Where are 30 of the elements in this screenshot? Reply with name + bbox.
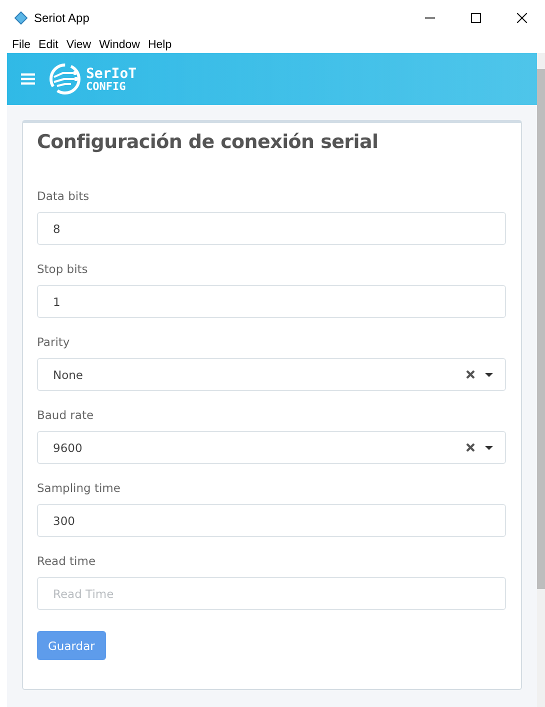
maximize-icon[interactable] [471, 13, 481, 23]
menu-item[interactable]: Edit [38, 38, 58, 50]
input-field[interactable]: 300 [37, 504, 506, 537]
menu-item[interactable]: Window [99, 38, 140, 50]
card-title: Configuración de conexión serial [37, 131, 380, 153]
menu-item[interactable]: View [66, 38, 92, 50]
menu-item[interactable]: Help [148, 38, 172, 50]
field-label: Data bits [37, 189, 90, 203]
app-icon [14, 11, 28, 25]
logo-icon [49, 63, 83, 95]
clear-icon[interactable] [466, 370, 475, 379]
field-label: Read time [37, 554, 97, 568]
select-field[interactable]: 9600 [37, 431, 506, 464]
input-field[interactable]: Read Time [37, 577, 506, 610]
field-label: Baud rate [37, 408, 95, 422]
field-label: Sampling time [37, 481, 122, 495]
logo-subtitle: CONFIG [86, 80, 127, 92]
clear-icon[interactable] [466, 443, 475, 452]
caret-icon[interactable] [485, 372, 493, 376]
field-label: Parity [37, 335, 71, 349]
menu-item[interactable]: File [12, 38, 31, 50]
input-field[interactable]: 8 [37, 212, 506, 245]
caret-icon[interactable] [485, 446, 493, 450]
logo-title: SerIoT [86, 66, 137, 80]
input-field[interactable]: 1 [37, 285, 506, 318]
close-icon[interactable] [517, 13, 527, 23]
field-label: Stop bits [37, 262, 89, 276]
window-title: Seriot App [34, 11, 90, 25]
select-field[interactable]: None [37, 358, 506, 391]
scrollbar[interactable] [537, 53, 545, 707]
